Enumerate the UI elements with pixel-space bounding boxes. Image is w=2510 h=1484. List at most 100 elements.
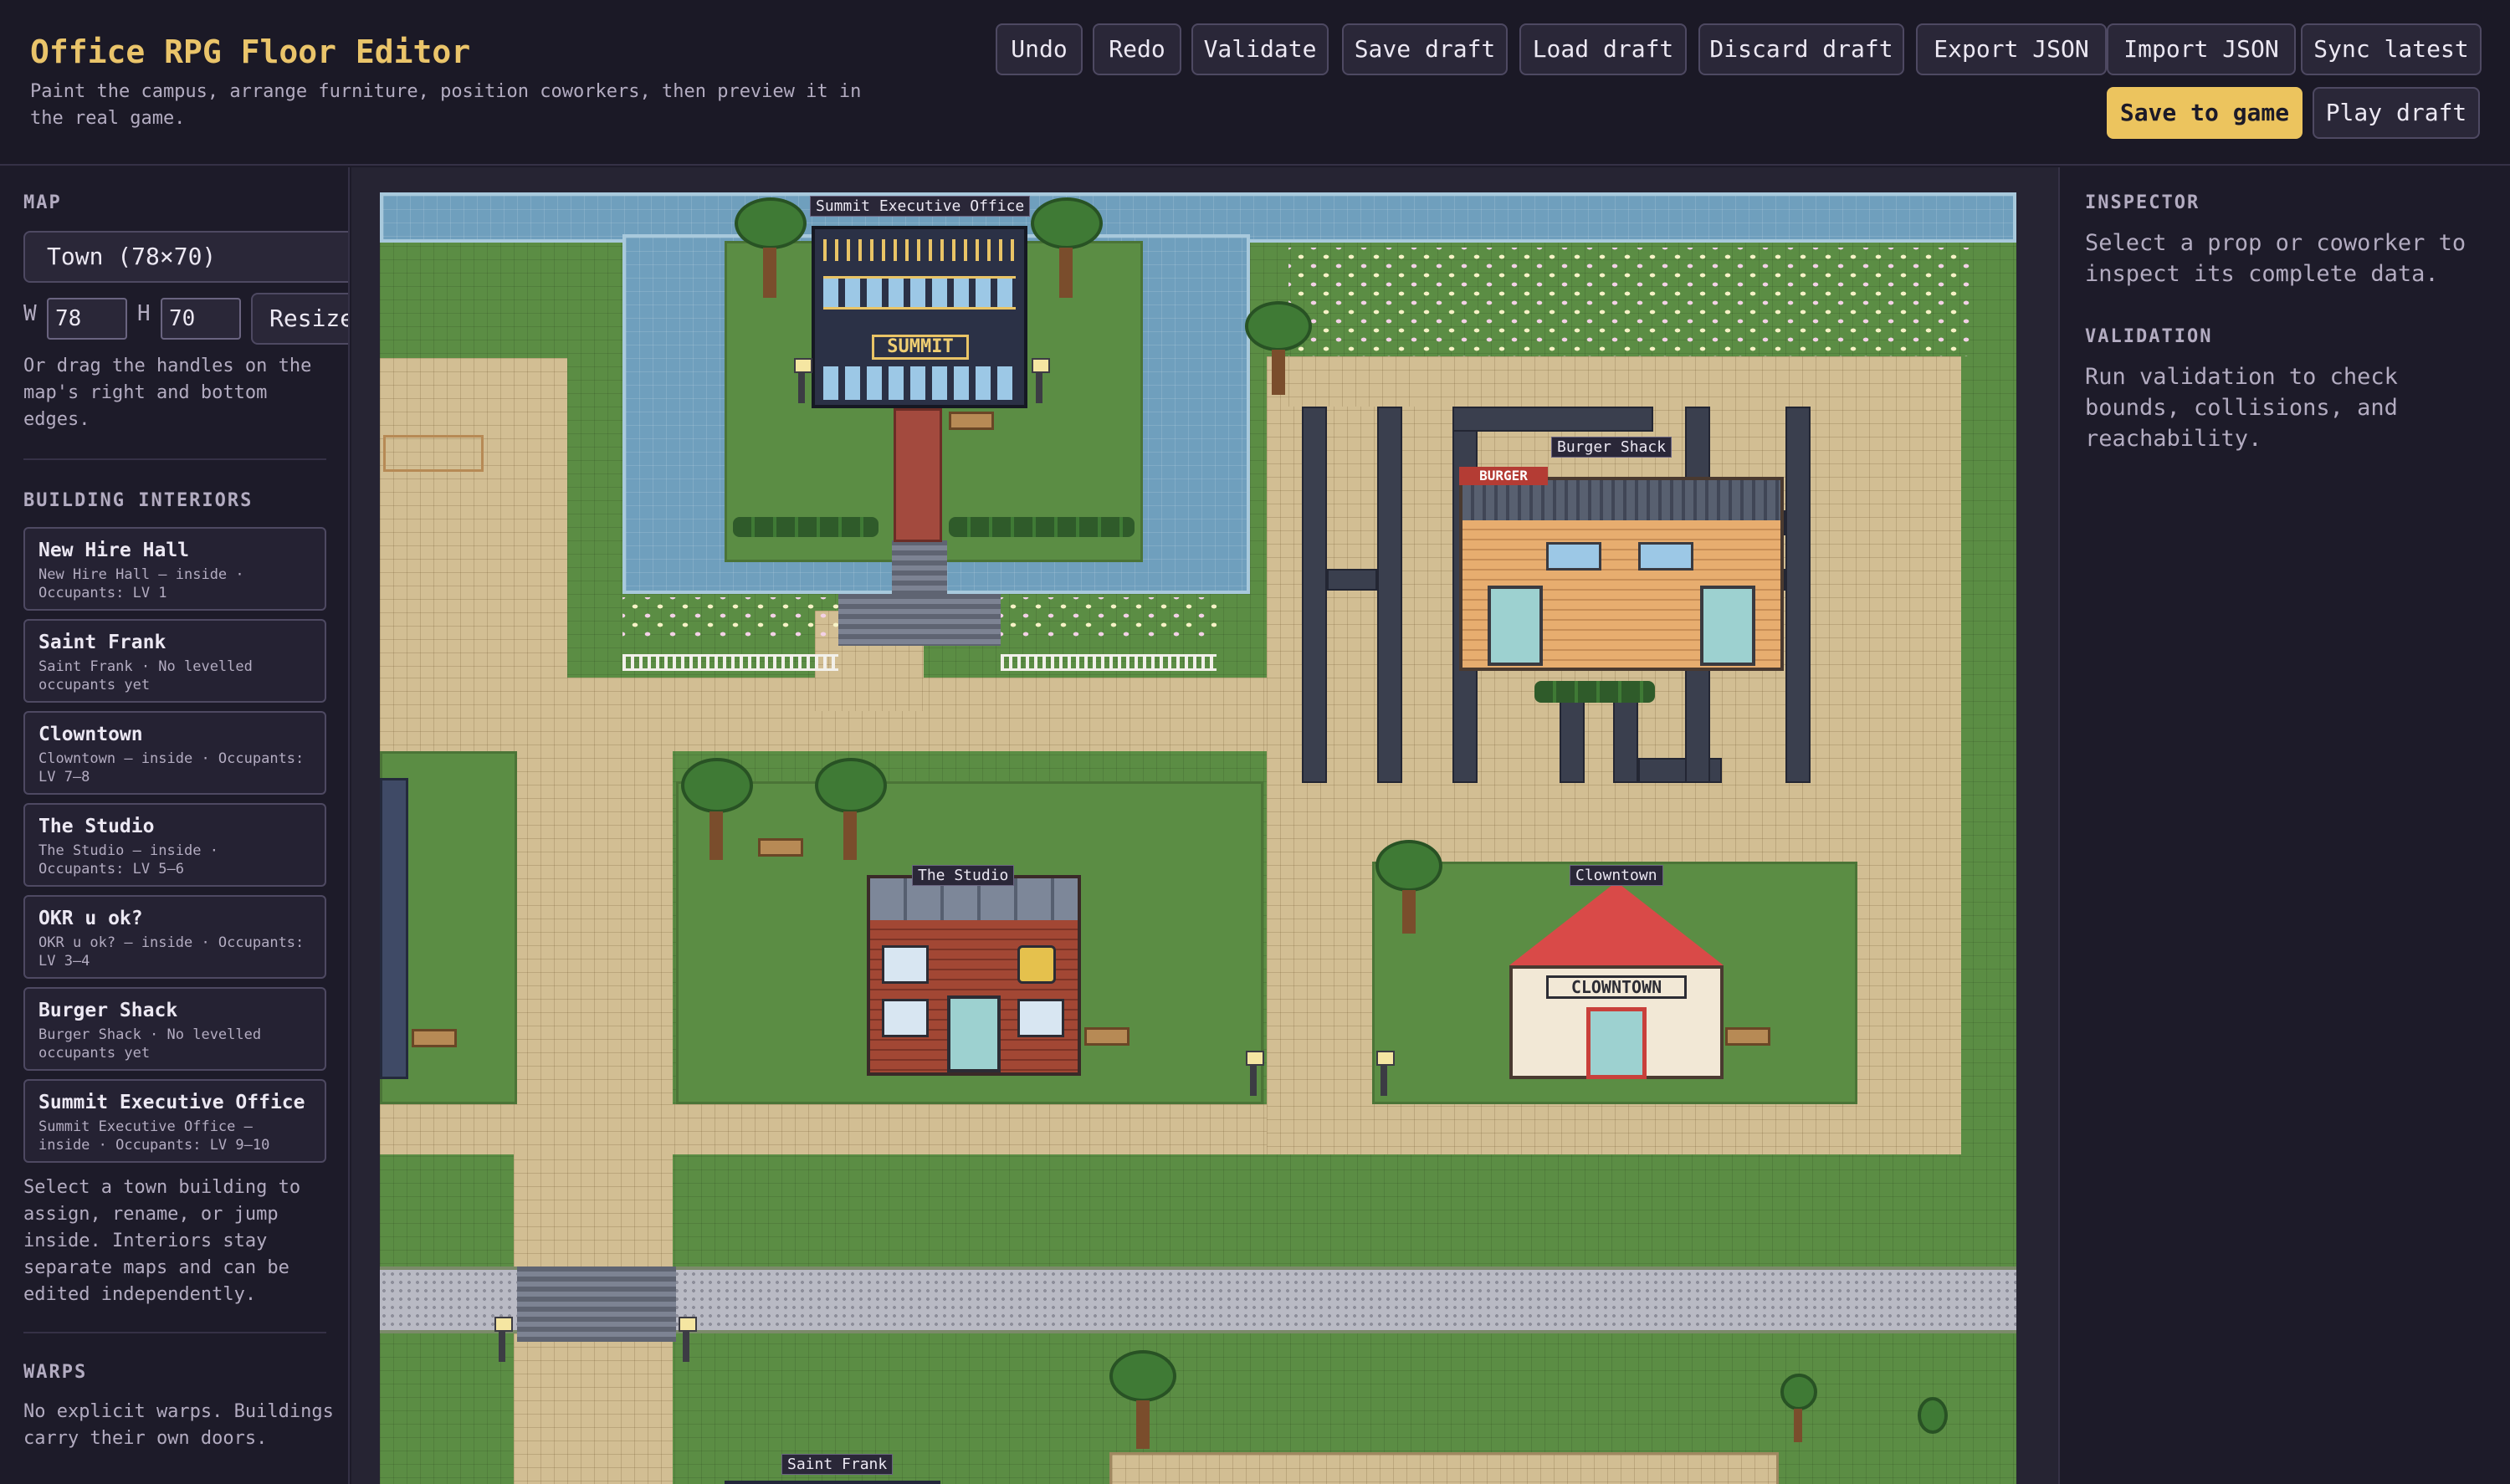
tree-icon xyxy=(843,811,857,860)
height-label: H xyxy=(137,301,151,326)
studio-building[interactable] xyxy=(867,875,1081,1076)
inspector-label: INSPECTOR xyxy=(2085,192,2200,213)
play-draft-button[interactable]: Play draft xyxy=(2313,87,2480,139)
tree-icon xyxy=(735,197,807,249)
bench-icon xyxy=(949,412,994,430)
map-section-label: MAP xyxy=(23,192,62,213)
tree-icon xyxy=(1031,197,1103,249)
app-title: Office RPG Floor Editor xyxy=(30,33,471,70)
discard-draft-button[interactable]: Discard draft xyxy=(1698,23,1904,75)
editor-header: Office RPG Floor Editor Paint the campus… xyxy=(0,0,2510,166)
wall-segment xyxy=(1302,407,1327,783)
path-tile xyxy=(1288,356,1417,407)
lamp-icon xyxy=(494,1317,513,1362)
card-subtitle: The Studio — inside · Occupants: LV 5–6 xyxy=(38,842,218,878)
wall-segment xyxy=(1452,407,1653,432)
card-title: OKR u ok? xyxy=(38,908,143,929)
redo-button[interactable]: Redo xyxy=(1093,23,1181,75)
bench-icon xyxy=(1725,1027,1770,1046)
tree-icon xyxy=(1059,248,1073,298)
flower-bed xyxy=(1288,248,1975,356)
export-json-button[interactable]: Export JSON xyxy=(1916,23,2107,75)
path-tile xyxy=(1109,1452,1779,1484)
divider xyxy=(23,1332,326,1333)
map-canvas[interactable]: SUMMIT Summit Executive Office BURGER Bu… xyxy=(380,192,2016,1484)
hedge xyxy=(733,517,878,537)
card-subtitle: Burger Shack · No levelled occupants yet xyxy=(38,1026,262,1062)
warps-note: No explicit warps. Buildings carry their… xyxy=(23,1401,334,1449)
left-sidebar: MAP Town (78×70) W H Resize Or drag the … xyxy=(0,167,350,1484)
card-title: Burger Shack xyxy=(38,1000,178,1021)
resize-button[interactable]: Resize xyxy=(251,293,348,345)
tree-icon xyxy=(763,248,776,298)
validate-button[interactable]: Validate xyxy=(1191,23,1329,75)
saint-frank-building[interactable] xyxy=(725,1481,940,1484)
partial-building[interactable] xyxy=(380,778,408,1079)
import-json-button[interactable]: Import JSON xyxy=(2107,23,2296,75)
bench-icon xyxy=(1084,1027,1130,1046)
interior-card-summit-executive-office[interactable]: Summit Executive Office Summit Executive… xyxy=(23,1079,326,1163)
load-draft-button[interactable]: Load draft xyxy=(1519,23,1687,75)
height-input[interactable] xyxy=(161,298,241,340)
clowntown-label: Clowntown xyxy=(1570,865,1663,886)
interiors-section-label: BUILDING INTERIORS xyxy=(23,490,254,511)
interior-card-new-hire-hall[interactable]: New Hire Hall New Hire Hall — inside · O… xyxy=(23,527,326,611)
wall-segment xyxy=(1377,407,1402,783)
save-to-game-button[interactable]: Save to game xyxy=(2107,87,2303,139)
lamp-icon xyxy=(1246,1051,1264,1096)
tree-icon xyxy=(1375,840,1442,892)
card-subtitle: Saint Frank · No levelled occupants yet xyxy=(38,658,253,693)
tree-icon xyxy=(1794,1409,1802,1442)
save-draft-button[interactable]: Save draft xyxy=(1342,23,1508,75)
card-subtitle: New Hire Hall — inside · Occupants: LV 1 xyxy=(38,566,244,601)
card-subtitle: Clowntown — inside · Occupants: LV 7–8 xyxy=(38,750,305,785)
tree-icon xyxy=(1780,1374,1817,1410)
lamp-icon xyxy=(1376,1051,1395,1096)
interior-card-okr-u-ok[interactable]: OKR u ok? OKR u ok? — inside · Occupants… xyxy=(23,895,326,979)
lamp-icon xyxy=(1032,358,1050,403)
warps-section-label: WARPS xyxy=(23,1362,88,1383)
summit-building[interactable]: SUMMIT xyxy=(812,226,1027,408)
interior-card-clowntown[interactable]: Clowntown Clowntown — inside · Occupants… xyxy=(23,711,326,795)
resize-note: Or drag the handles on the map's right a… xyxy=(23,356,312,430)
wall-segment xyxy=(1327,569,1377,591)
tree-icon xyxy=(1109,1350,1176,1402)
lamp-icon xyxy=(794,358,812,403)
tree-icon xyxy=(1136,1400,1150,1449)
burger-shack-label: Burger Shack xyxy=(1551,437,1672,458)
clowntown-sign: CLOWNTOWN xyxy=(1546,975,1687,999)
burger-shack-building[interactable] xyxy=(1459,477,1784,671)
validation-text: Run validation to check bounds, collisio… xyxy=(2085,364,2398,452)
inspector-text: Select a prop or coworker to inspect its… xyxy=(2085,230,2466,287)
map-select[interactable]: Town (78×70) xyxy=(23,231,348,283)
summit-label: Summit Executive Office xyxy=(810,196,1031,217)
lamp-icon xyxy=(679,1317,697,1362)
clowntown-building[interactable]: CLOWNTOWN xyxy=(1509,882,1724,1079)
fence xyxy=(622,654,838,671)
inspector-panel: INSPECTOR Select a prop or coworker to i… xyxy=(2058,167,2510,1484)
card-title: Summit Executive Office xyxy=(38,1092,305,1113)
sync-latest-button[interactable]: Sync latest xyxy=(2301,23,2482,75)
saint-frank-label: Saint Frank xyxy=(781,1454,894,1475)
red-carpet xyxy=(894,408,942,542)
card-title: Clowntown xyxy=(38,724,143,745)
undo-button[interactable]: Undo xyxy=(996,23,1083,75)
card-title: New Hire Hall xyxy=(38,540,190,561)
studio-label: The Studio xyxy=(912,865,1015,886)
tree-icon xyxy=(815,758,887,813)
burger-sign: BURGER xyxy=(1459,467,1548,485)
bench-icon xyxy=(412,1029,457,1047)
path-tile xyxy=(514,678,673,1484)
width-label: W xyxy=(23,301,37,326)
width-input[interactable] xyxy=(47,298,127,340)
tree-icon xyxy=(1402,890,1416,934)
interior-card-burger-shack[interactable]: Burger Shack Burger Shack · No levelled … xyxy=(23,987,326,1071)
hedge xyxy=(949,517,1135,537)
flower-bed xyxy=(1001,597,1217,639)
bench-icon xyxy=(758,838,803,857)
map-viewport[interactable]: SUMMIT Summit Executive Office BURGER Bu… xyxy=(351,167,2058,1484)
stairs xyxy=(892,540,947,596)
interior-card-saint-frank[interactable]: Saint Frank Saint Frank · No levelled oc… xyxy=(23,619,326,703)
stairs xyxy=(517,1267,676,1342)
interior-card-the-studio[interactable]: The Studio The Studio — inside · Occupan… xyxy=(23,803,326,887)
